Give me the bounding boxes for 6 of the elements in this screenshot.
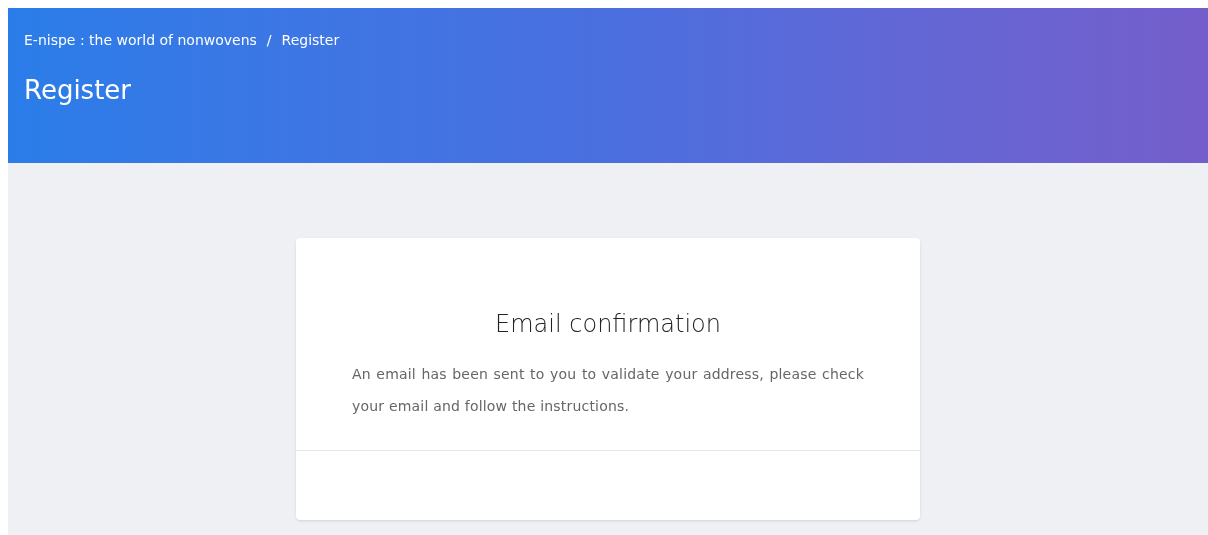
card-title: Email confirmation bbox=[495, 309, 721, 340]
breadcrumb-link[interactable]: E-nispe : the world of nonwovens bbox=[24, 30, 257, 51]
page-title: Register bbox=[24, 74, 133, 107]
breadcrumb-current: Register bbox=[281, 31, 340, 50]
confirmation-message: An email has been sent to you to validate your address, please check your email and follow the instructions. bbox=[352, 365, 864, 416]
breadcrumb-separator: / bbox=[266, 31, 272, 50]
